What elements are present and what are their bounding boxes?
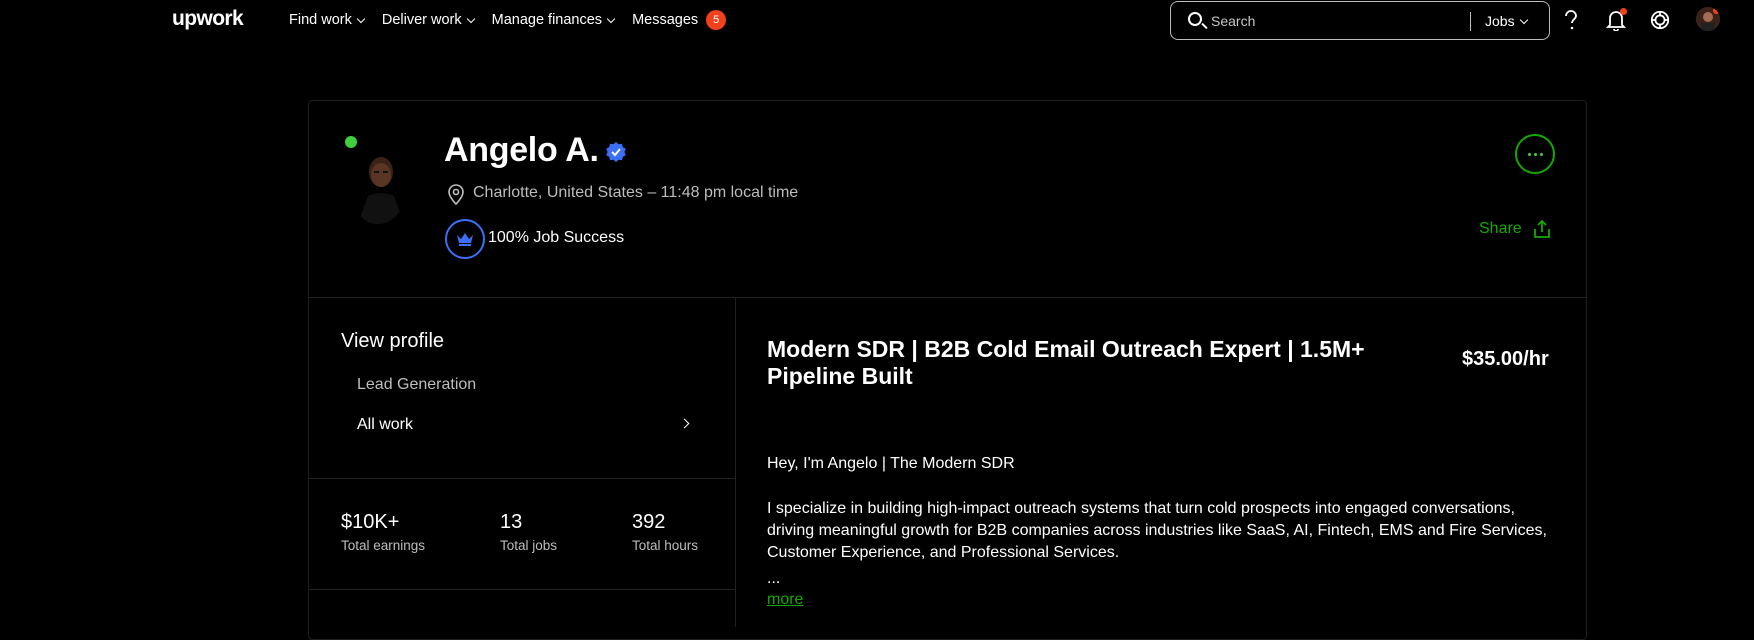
header-divider — [309, 297, 1586, 298]
stat-total-earnings: $10K+ Total earnings — [341, 511, 425, 553]
nav-deliver-work[interactable]: Deliver work — [381, 12, 475, 28]
sidebar-item-all-work[interactable]: All work — [357, 416, 413, 434]
nav-manage-finances[interactable]: Manage finances — [491, 12, 616, 28]
chevron-down-icon — [466, 14, 475, 23]
chevron-down-icon — [1519, 15, 1528, 24]
stat-total-jobs: 13 Total jobs — [500, 511, 557, 553]
help-icon[interactable] — [1560, 9, 1582, 31]
location-pin-icon — [448, 184, 464, 205]
nav-find-work-label: Find work — [289, 12, 352, 28]
top-nav: upwork Find work Deliver work Manage fin… — [0, 0, 1754, 40]
nav-messages[interactable]: Messages 5 — [632, 10, 727, 30]
job-success-text: 100% Job Success — [488, 229, 625, 246]
nav-deliver-work-label: Deliver work — [381, 12, 462, 28]
stats-divider — [309, 589, 736, 590]
online-status-dot — [345, 136, 357, 148]
overview-paragraph: I specialize in building high-impact out… — [767, 500, 1547, 561]
stat-label: Total jobs — [500, 538, 558, 553]
more-options-button[interactable] — [1515, 134, 1555, 174]
search-scope-dropdown[interactable]: Jobs — [1485, 13, 1528, 29]
stat-label: Total earnings — [341, 538, 426, 553]
hourly-rate: $35.00/hr — [1462, 348, 1549, 370]
job-success-badge — [445, 219, 485, 259]
crown-icon — [457, 233, 473, 246]
search-divider — [1470, 12, 1471, 31]
avatar-status-dot — [1713, 7, 1720, 14]
sidebar-divider — [309, 478, 736, 479]
column-divider — [735, 297, 736, 627]
user-avatar[interactable] — [1696, 7, 1720, 31]
apps-icon[interactable] — [1649, 9, 1671, 31]
view-profile-heading: View profile — [341, 330, 445, 352]
profile-name: Angelo A. — [444, 131, 599, 169]
notification-dot — [1620, 8, 1627, 15]
search-icon — [1188, 12, 1202, 26]
nav-manage-finances-label: Manage finances — [491, 12, 603, 28]
search-bar: Jobs — [1170, 1, 1550, 40]
notifications-icon[interactable] — [1605, 8, 1627, 31]
search-scope-label: Jobs — [1485, 13, 1515, 29]
chevron-down-icon — [356, 14, 366, 23]
profile-avatar[interactable] — [348, 144, 408, 224]
dot-icon — [1539, 152, 1543, 156]
profile-headline: Modern SDR | B2B Cold Email Outreach Exp… — [767, 336, 1365, 389]
show-more-link[interactable]: more — [767, 591, 803, 609]
dot-icon — [1533, 152, 1537, 156]
stat-total-hours: 392 Total hours — [632, 511, 698, 553]
share-label: Share — [1479, 220, 1522, 237]
nav-find-work[interactable]: Find work — [289, 12, 366, 28]
stat-label: Total hours — [632, 538, 699, 553]
overview-greeting: Hey, I'm Angelo | The Modern SDR — [767, 455, 1015, 472]
chevron-down-icon — [606, 14, 616, 23]
sidebar-item-lead-generation[interactable]: Lead Generation — [357, 376, 476, 394]
nav-links: Find work Deliver work Manage finances M… — [289, 0, 744, 40]
nav-messages-label: Messages — [632, 12, 699, 28]
search-input[interactable] — [1211, 11, 1451, 31]
upwork-logo[interactable]: upwork — [172, 7, 244, 31]
stat-value: 392 — [632, 511, 666, 533]
profile-location: Charlotte, United States – 11:48 pm loca… — [473, 184, 799, 201]
stat-value: $10K+ — [341, 511, 400, 533]
dot-icon — [1527, 152, 1531, 156]
verified-badge-icon — [606, 142, 626, 162]
overview-ellipsis: ... — [767, 570, 781, 587]
messages-count-badge: 5 — [706, 10, 727, 30]
share-icon — [1533, 219, 1550, 238]
stat-value: 13 — [500, 511, 523, 533]
share-button[interactable]: Share — [1479, 219, 1552, 239]
